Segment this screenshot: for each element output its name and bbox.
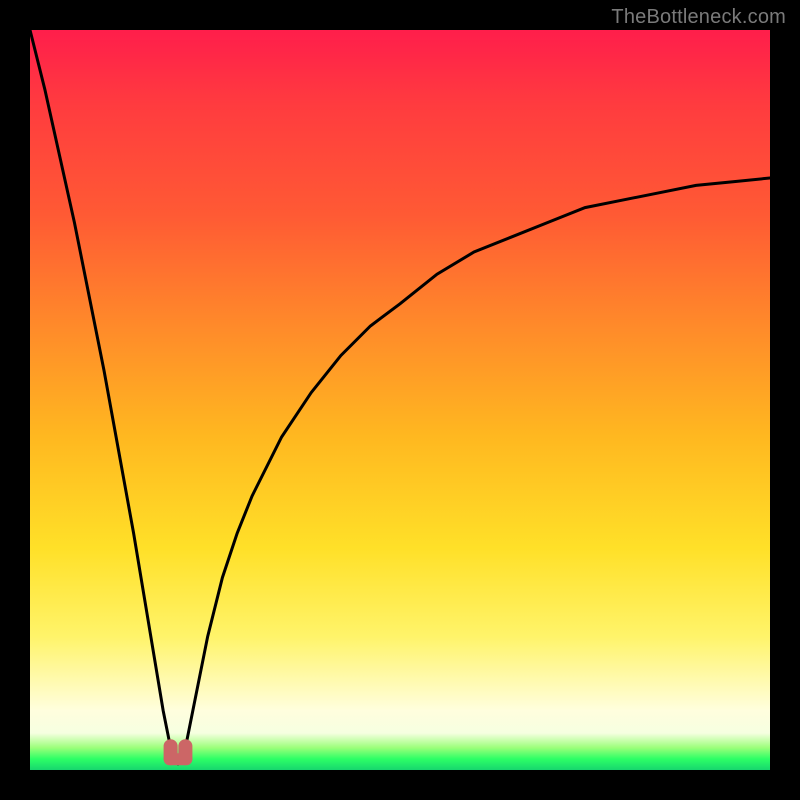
optimum-marker-base (164, 753, 193, 765)
optimum-markers (164, 739, 193, 765)
plot-area (30, 30, 770, 770)
chart-frame: TheBottleneck.com (0, 0, 800, 800)
curve-layer (30, 30, 770, 770)
watermark-text: TheBottleneck.com (611, 6, 786, 29)
bottleneck-curve (30, 30, 770, 763)
